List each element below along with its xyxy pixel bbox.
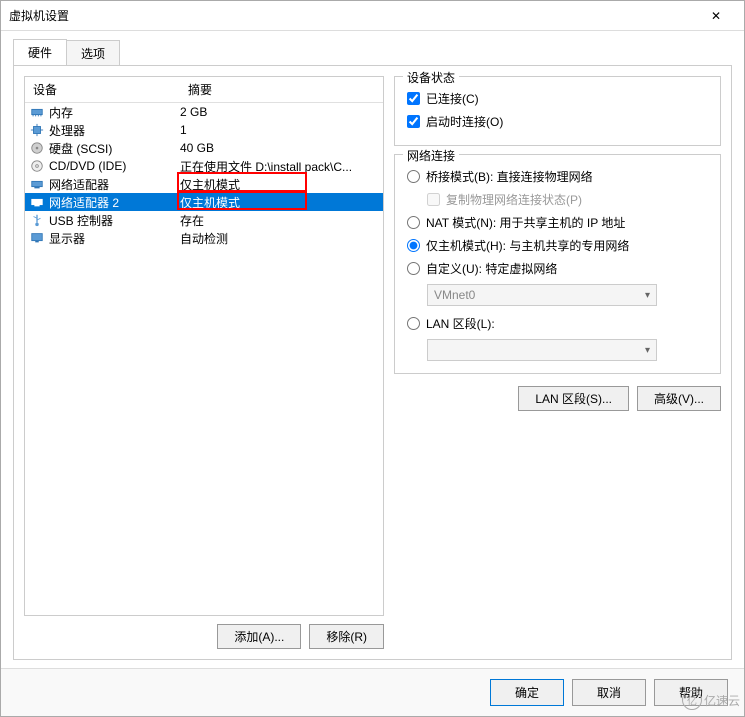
custom-vmnet-select[interactable]: VMnet0 ▾ (427, 284, 657, 306)
display-icon (29, 230, 45, 246)
hardware-left-panel: 设备 摘要 内存 2 GB 处理器 1 (24, 76, 384, 649)
close-icon: ✕ (711, 9, 721, 23)
lan-segment-button[interactable]: LAN 区段(S)... (518, 386, 629, 411)
help-button[interactable]: 帮助 (654, 679, 728, 706)
chevron-down-icon: ▾ (645, 345, 650, 356)
cd-icon (29, 158, 45, 174)
nat-radio-row[interactable]: NAT 模式(N): 用于共享主机的 IP 地址 (407, 211, 708, 234)
device-row-display[interactable]: 显示器 自动检测 (25, 229, 383, 247)
window-title: 虚拟机设置 (9, 7, 69, 24)
network-connection-title: 网络连接 (403, 147, 459, 164)
device-row-memory[interactable]: 内存 2 GB (25, 103, 383, 121)
advanced-button[interactable]: 高级(V)... (637, 386, 721, 411)
usb-icon (29, 212, 45, 228)
connect-on-start-checkbox[interactable] (407, 115, 420, 128)
network-icon (29, 176, 45, 192)
device-list-header: 设备 摘要 (25, 77, 383, 103)
device-row-cd[interactable]: CD/DVD (IDE) 正在使用文件 D:\install pack\C... (25, 157, 383, 175)
device-row-disk[interactable]: 硬盘 (SCSI) 40 GB (25, 139, 383, 157)
lan-radio-row[interactable]: LAN 区段(L): (407, 312, 708, 335)
device-row-usb[interactable]: USB 控制器 存在 (25, 211, 383, 229)
close-button[interactable]: ✕ (696, 2, 736, 30)
hardware-right-panel: 设备状态 已连接(C) 启动时连接(O) 网络连接 桥接模式(B): 直接连接物… (394, 76, 721, 649)
device-list-body: 内存 2 GB 处理器 1 硬盘 (SCSI) 40 GB (25, 103, 383, 247)
device-status-title: 设备状态 (403, 69, 459, 86)
dialog-footer: 确定 取消 帮助 亿 亿速云 (1, 668, 744, 716)
hostonly-radio[interactable] (407, 239, 420, 252)
tab-strip: 硬件 选项 (1, 31, 744, 65)
replicate-checkbox-row: 复制物理网络连接状态(P) (427, 188, 708, 211)
connect-on-start-checkbox-row[interactable]: 启动时连接(O) (407, 110, 708, 133)
custom-radio-row[interactable]: 自定义(U): 特定虚拟网络 (407, 257, 708, 280)
custom-radio[interactable] (407, 262, 420, 275)
hostonly-radio-row[interactable]: 仅主机模式(H): 与主机共享的专用网络 (407, 234, 708, 257)
bridged-radio-row[interactable]: 桥接模式(B): 直接连接物理网络 (407, 165, 708, 188)
ok-button[interactable]: 确定 (490, 679, 564, 706)
cpu-icon (29, 122, 45, 138)
titlebar: 虚拟机设置 ✕ (1, 1, 744, 31)
network-extra-buttons: LAN 区段(S)... 高级(V)... (394, 382, 721, 411)
tab-content: 设备 摘要 内存 2 GB 处理器 1 (13, 65, 732, 660)
replicate-checkbox (427, 193, 440, 206)
lan-radio[interactable] (407, 317, 420, 330)
bridged-radio[interactable] (407, 170, 420, 183)
add-device-button[interactable]: 添加(A)... (217, 624, 301, 649)
disk-icon (29, 140, 45, 156)
device-row-network-2[interactable]: 网络适配器 2 仅主机模式 (25, 193, 383, 211)
network-connection-group: 网络连接 桥接模式(B): 直接连接物理网络 复制物理网络连接状态(P) NAT… (394, 154, 721, 374)
device-row-network-1[interactable]: 网络适配器 仅主机模式 (25, 175, 383, 193)
lan-segment-select[interactable]: ▾ (427, 339, 657, 361)
nat-radio[interactable] (407, 216, 420, 229)
connected-checkbox[interactable] (407, 92, 420, 105)
memory-icon (29, 104, 45, 120)
chevron-down-icon: ▾ (645, 290, 650, 301)
header-device: 设备 (25, 77, 180, 102)
connected-checkbox-row[interactable]: 已连接(C) (407, 87, 708, 110)
device-buttons: 添加(A)... 移除(R) (24, 616, 384, 649)
vm-settings-window: 虚拟机设置 ✕ 硬件 选项 设备 摘要 内存 2 GB (0, 0, 745, 717)
tab-hardware[interactable]: 硬件 (13, 39, 67, 65)
device-list: 设备 摘要 内存 2 GB 处理器 1 (24, 76, 384, 616)
device-status-group: 设备状态 已连接(C) 启动时连接(O) (394, 76, 721, 146)
header-summary: 摘要 (180, 77, 383, 102)
network-icon (29, 194, 45, 210)
remove-device-button[interactable]: 移除(R) (309, 624, 384, 649)
device-row-cpu[interactable]: 处理器 1 (25, 121, 383, 139)
tab-options[interactable]: 选项 (66, 40, 120, 66)
cancel-button[interactable]: 取消 (572, 679, 646, 706)
